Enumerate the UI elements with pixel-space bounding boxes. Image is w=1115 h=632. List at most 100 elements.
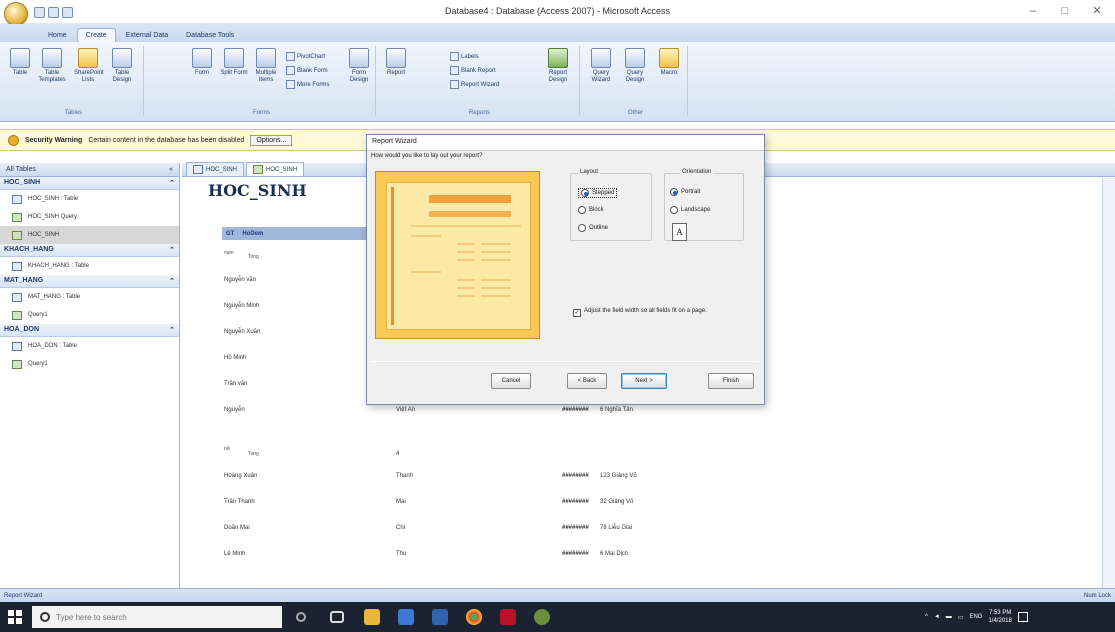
split-form-button[interactable]: Split Form bbox=[220, 48, 248, 77]
navigation-pane: All Tables « HOC_SINH ⌃ HOC_SINH : Table HO… bbox=[0, 163, 180, 588]
tray-chevron-icon[interactable]: ^ bbox=[925, 614, 928, 620]
nav-group-header[interactable]: HOC_SINH ⌃ bbox=[0, 177, 179, 190]
taskbar-search-box[interactable]: Type here to search bbox=[32, 606, 282, 628]
other-group: Query Wizard Query Design Macro Other bbox=[584, 46, 688, 116]
vertical-scrollbar[interactable] bbox=[1102, 178, 1115, 588]
query-icon bbox=[12, 212, 22, 222]
chevron-up-icon[interactable]: ⌃ bbox=[169, 179, 175, 187]
table-templates-button[interactable]: Table Templates bbox=[38, 48, 66, 84]
taskbar: Type here to search ^ ◄ ▬ ▭ ENG 7:53 PM … bbox=[0, 602, 1115, 632]
clock[interactable]: 7:53 PM 1/4/2018 bbox=[988, 609, 1011, 625]
group-label-nam: nam bbox=[224, 250, 234, 256]
table-icon bbox=[12, 261, 22, 271]
nav-group-name: HOC_SINH bbox=[4, 179, 41, 186]
more-forms-button[interactable]: More Forms bbox=[286, 80, 329, 89]
orientation-landscape-radio[interactable]: Landscape bbox=[670, 206, 710, 214]
nav-item[interactable]: HOC_SINH Query bbox=[0, 208, 179, 226]
labels-button[interactable]: Labels bbox=[450, 52, 479, 61]
chrome-icon[interactable] bbox=[466, 609, 482, 625]
nav-item[interactable]: HOA_DON : Table bbox=[0, 337, 179, 355]
next-button[interactable]: Next > bbox=[621, 373, 667, 389]
form-design-button[interactable]: Form Design bbox=[344, 48, 374, 84]
maximize-button[interactable]: □ bbox=[1054, 4, 1076, 18]
sharepoint-lists-button[interactable]: SharePoint Lists bbox=[74, 48, 104, 84]
store-icon[interactable] bbox=[432, 609, 448, 625]
nav-group-header[interactable]: KHACH_HANG ⌃ bbox=[0, 244, 179, 257]
tab-database-tools[interactable]: Database Tools bbox=[178, 29, 242, 42]
cortana-icon bbox=[40, 612, 50, 622]
blank-form-button[interactable]: Blank Form bbox=[286, 66, 328, 75]
nav-item[interactable]: Query1 bbox=[0, 306, 179, 324]
file-explorer-icon[interactable] bbox=[364, 609, 380, 625]
options-button[interactable]: Options... bbox=[250, 134, 293, 146]
battery-icon[interactable]: ▭ bbox=[958, 614, 964, 621]
orientation-label: Orientation bbox=[680, 169, 714, 175]
report-cell-date: ######## bbox=[562, 407, 589, 413]
chevron-up-icon[interactable]: ⌃ bbox=[169, 277, 175, 285]
tab-create[interactable]: Create bbox=[76, 28, 116, 42]
nav-item[interactable]: MAT_HANG : Table bbox=[0, 288, 179, 306]
task-view-icon[interactable] bbox=[330, 611, 344, 623]
clock-time: 7:53 PM bbox=[988, 610, 1012, 616]
back-button[interactable]: < Back bbox=[567, 373, 607, 389]
orientation-portrait-radio[interactable]: Portrait bbox=[670, 188, 700, 196]
nav-item[interactable]: KHACH_HANG : Table bbox=[0, 257, 179, 275]
microphone-icon[interactable] bbox=[296, 612, 306, 622]
nav-item-label: HOC_SINH Query bbox=[28, 214, 78, 220]
dialog-title: Report Wizard bbox=[367, 135, 764, 151]
close-button[interactable]: ✕ bbox=[1086, 4, 1108, 18]
header-gt: GT bbox=[226, 230, 235, 237]
edge-icon[interactable] bbox=[398, 609, 414, 625]
nav-item[interactable]: Query1 bbox=[0, 355, 179, 373]
doc-tab-hoc-sinh-1[interactable]: HOC_SINH bbox=[186, 162, 245, 176]
doc-tab-hoc-sinh-2[interactable]: HOC_SINH bbox=[246, 162, 305, 176]
nav-group-header[interactable]: MAT_HANG ⌃ bbox=[0, 275, 179, 288]
tab-external-data[interactable]: External Data bbox=[118, 29, 176, 42]
chevron-up-icon[interactable]: ⌃ bbox=[169, 246, 175, 254]
layout-stepped-radio[interactable]: Stepped bbox=[578, 188, 618, 198]
blank-report-button[interactable]: Blank Report bbox=[450, 66, 496, 75]
table-design-button[interactable]: Table Design bbox=[108, 48, 136, 84]
report-cell-ten: Mai bbox=[396, 499, 406, 505]
notification-icon[interactable] bbox=[1017, 612, 1028, 622]
report-title: HOC_SINH bbox=[208, 181, 307, 200]
macro-button[interactable]: Macro bbox=[654, 48, 684, 77]
form-button[interactable]: Form bbox=[188, 48, 216, 77]
status-left: Report Wizard bbox=[4, 592, 43, 599]
collapse-nav-icon[interactable]: « bbox=[169, 166, 173, 173]
windows-start-icon[interactable] bbox=[8, 610, 22, 624]
volume-icon[interactable]: ◄ bbox=[934, 614, 940, 620]
report-cell-addr: 6 Nghĩa Tân bbox=[600, 407, 633, 413]
report-design-button[interactable]: Report Design bbox=[542, 48, 574, 84]
access-icon[interactable] bbox=[500, 609, 516, 625]
multiple-items-button[interactable]: Multiple Items bbox=[252, 48, 280, 84]
security-warning-label: Security Warning bbox=[25, 136, 83, 144]
nav-item-label: Query1 bbox=[28, 361, 48, 367]
pivotchart-button[interactable]: PivotChart bbox=[286, 52, 325, 61]
nav-item-label: KHACH_HANG : Table bbox=[28, 263, 89, 269]
layout-block-radio[interactable]: Block bbox=[578, 206, 604, 214]
nav-item[interactable]: HOC_SINH : Table bbox=[0, 190, 179, 208]
nav-item[interactable]: HOC_SINH bbox=[0, 226, 179, 244]
report-cell-hodem: Lê Minh bbox=[224, 551, 246, 557]
header-hodem: HoDem bbox=[242, 230, 264, 237]
query-design-button[interactable]: Query Design bbox=[620, 48, 650, 84]
language-indicator[interactable]: ENG bbox=[969, 614, 982, 620]
adjust-width-checkbox[interactable]: ✓ Adjust the field width so all fields f… bbox=[573, 308, 753, 317]
tables-group-label: Tables bbox=[64, 110, 83, 116]
network-icon[interactable]: ▬ bbox=[946, 614, 952, 620]
query-wizard-button[interactable]: Query Wizard bbox=[586, 48, 616, 84]
minimize-button[interactable]: – bbox=[1022, 4, 1044, 18]
layout-outline-radio[interactable]: Outline bbox=[578, 224, 608, 232]
report-button[interactable]: Report bbox=[382, 48, 410, 77]
paint-icon[interactable] bbox=[534, 609, 550, 625]
chevron-up-icon[interactable]: ⌃ bbox=[169, 326, 175, 334]
cancel-button[interactable]: Cancel bbox=[491, 373, 531, 389]
table-button[interactable]: Table bbox=[6, 48, 34, 77]
nav-pane-header[interactable]: All Tables « bbox=[0, 163, 179, 177]
group-tong-nam: Tong bbox=[248, 254, 259, 260]
report-wizard-button[interactable]: Report Wizard bbox=[450, 80, 499, 89]
finish-button[interactable]: Finish bbox=[708, 373, 754, 389]
nav-group-header[interactable]: HOA_DON ⌃ bbox=[0, 324, 179, 337]
tab-home[interactable]: Home bbox=[40, 29, 75, 42]
